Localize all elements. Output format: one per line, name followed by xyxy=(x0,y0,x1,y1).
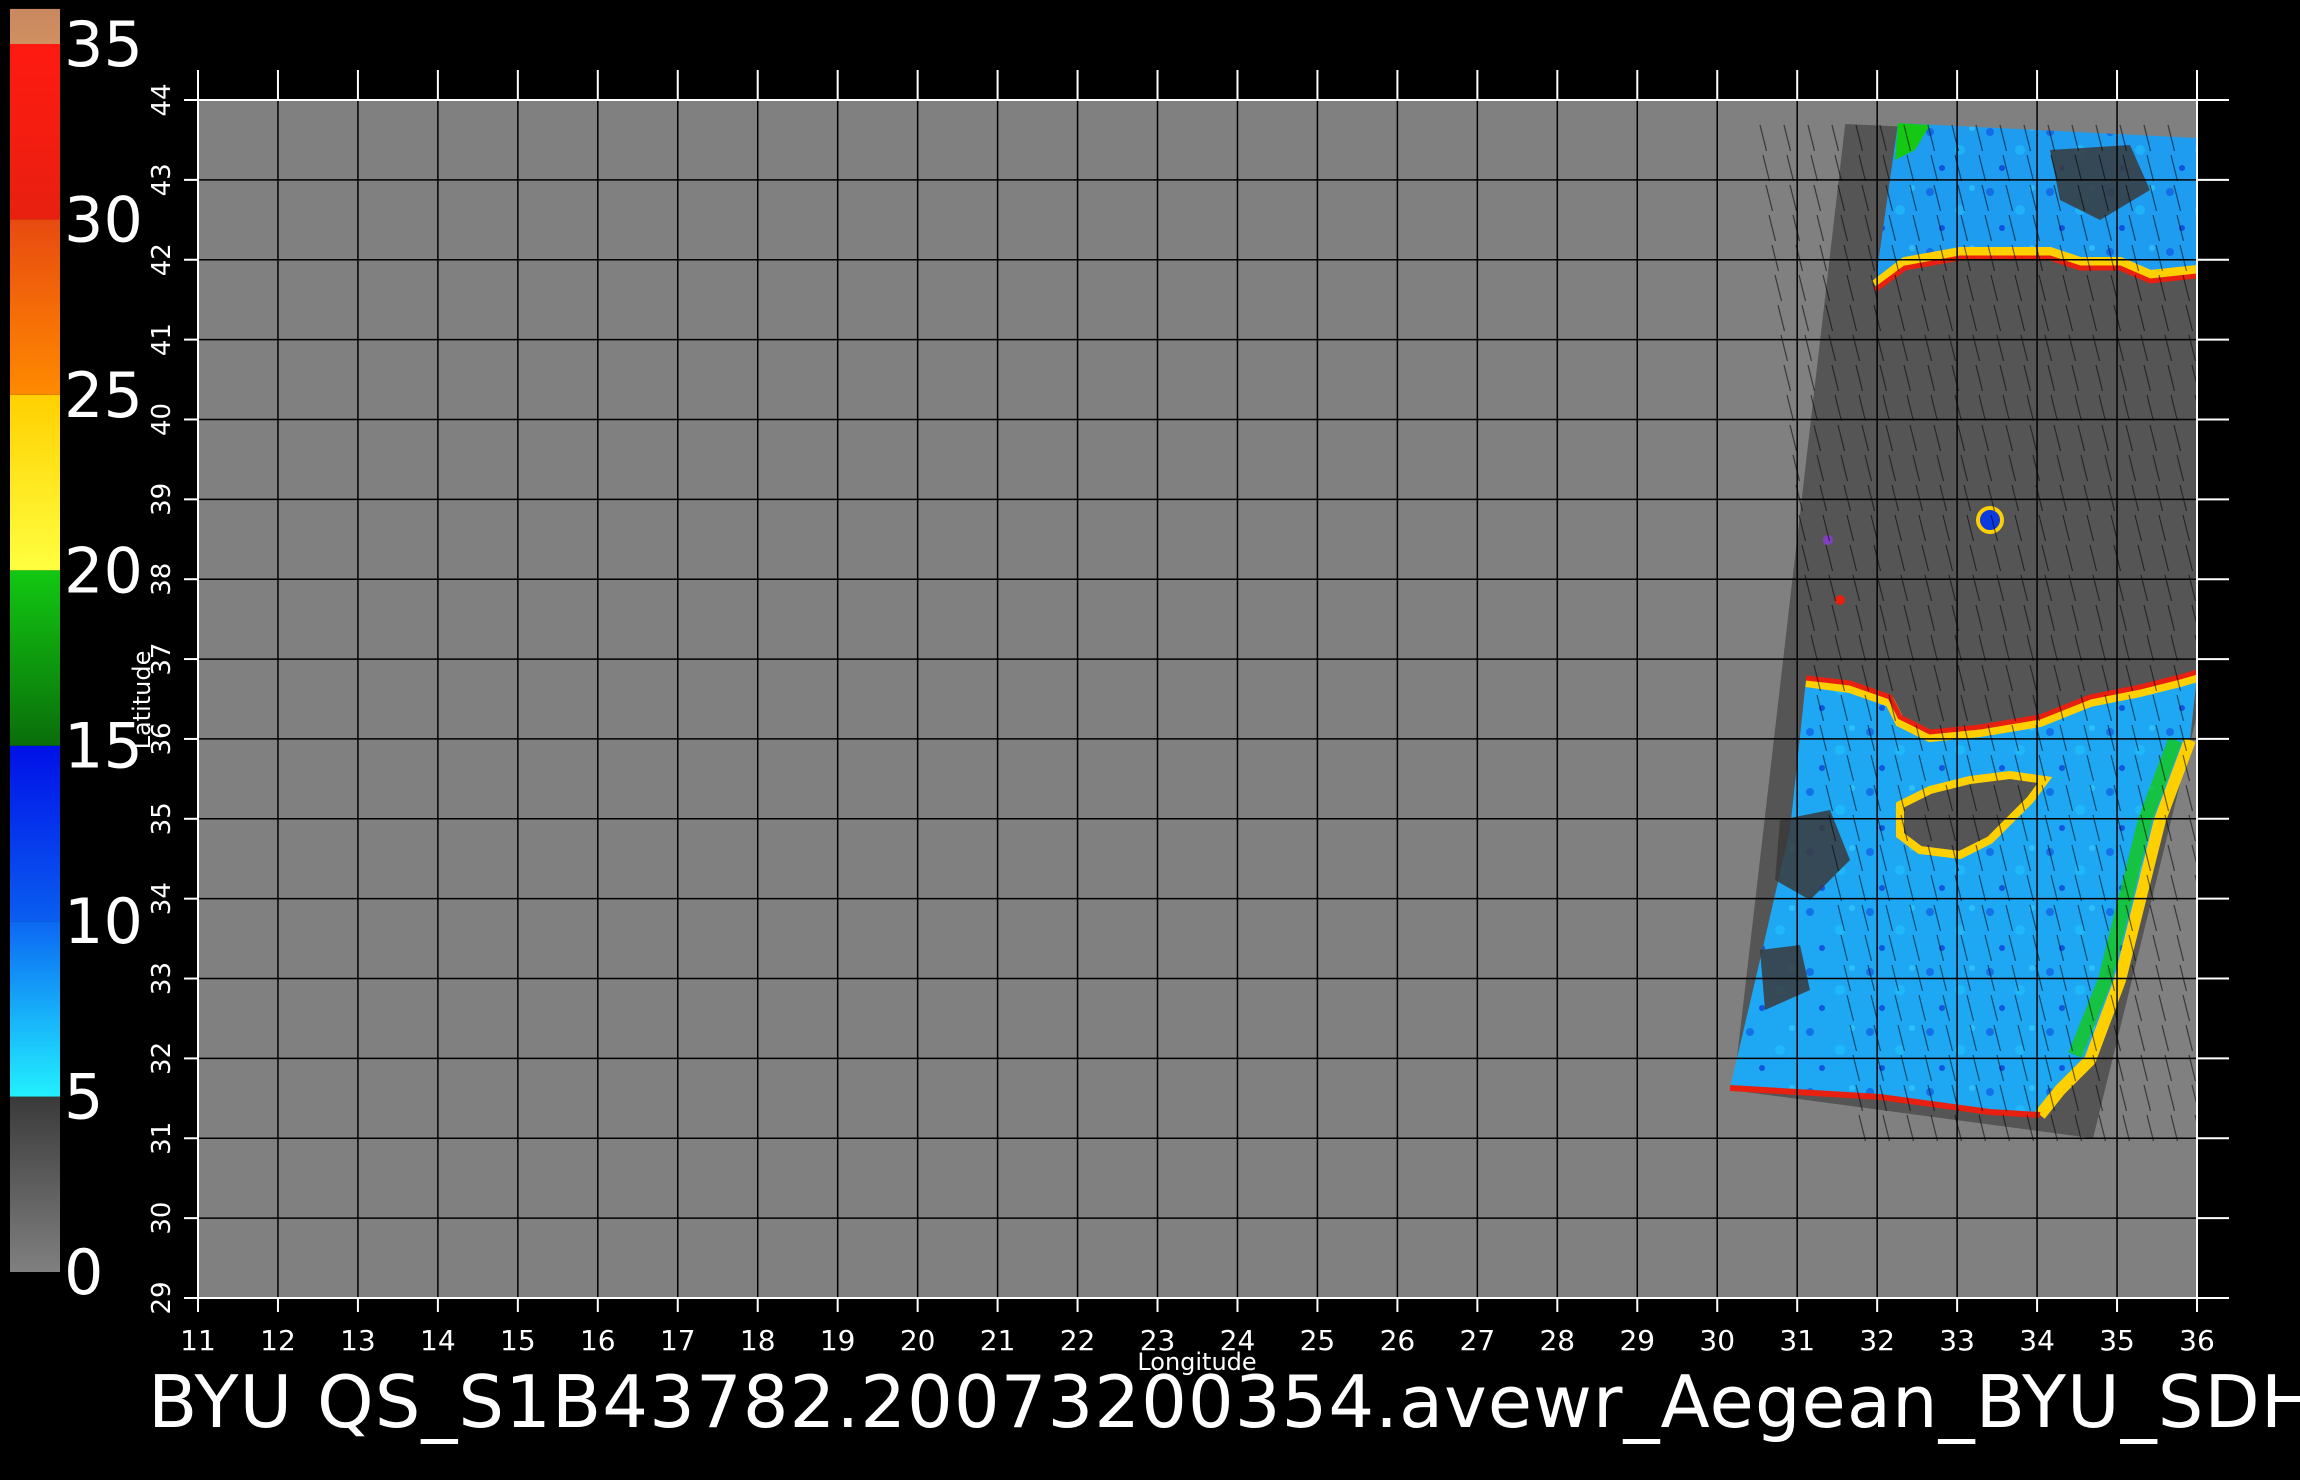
x-tick-label: 17 xyxy=(660,1324,696,1357)
colorbar-tick-label: 10 xyxy=(64,885,143,958)
x-tick-label: 21 xyxy=(980,1324,1016,1357)
y-tick-label: 38 xyxy=(147,563,177,596)
x-tick-label: 35 xyxy=(2099,1324,2135,1357)
x-tick-label: 14 xyxy=(420,1324,456,1357)
x-tick-label: 16 xyxy=(580,1324,616,1357)
y-tick-label: 29 xyxy=(147,1281,177,1314)
x-tick-label: 19 xyxy=(820,1324,856,1357)
x-tick-label: 15 xyxy=(500,1324,536,1357)
y-tick-label: 31 xyxy=(147,1122,177,1155)
colorbar-segment xyxy=(10,1096,60,1272)
colorbar-segment xyxy=(10,921,60,1097)
wind-map: 0 5 10 15 20 25 30 35 11 12 13 14 15 16 17 18 1… xyxy=(10,8,2229,1376)
x-tick-label: 29 xyxy=(1619,1324,1655,1357)
colorbar-tick-label: 25 xyxy=(64,359,143,432)
x-tick-label: 12 xyxy=(260,1324,296,1357)
colorbar-segment xyxy=(10,394,60,571)
y-tick-label: 33 xyxy=(147,962,177,995)
lake-blob xyxy=(1976,506,2004,534)
colorbar-tick-label: 30 xyxy=(64,183,143,256)
x-tick-label: 28 xyxy=(1539,1324,1575,1357)
x-tick-label: 25 xyxy=(1300,1324,1336,1357)
x-tick-label: 32 xyxy=(1859,1324,1895,1357)
colorbar-segment xyxy=(10,44,60,220)
y-tick-label: 41 xyxy=(147,323,177,356)
colorbar xyxy=(10,8,60,1272)
x-tick-label: 20 xyxy=(900,1324,936,1357)
y-tick-label: 35 xyxy=(147,802,177,835)
x-tick-label: 26 xyxy=(1380,1324,1416,1357)
lake-blob-2 xyxy=(1835,595,1845,605)
x-tick-label: 13 xyxy=(340,1324,376,1357)
colorbar-segment xyxy=(10,745,60,922)
x-tick-label: 36 xyxy=(2179,1324,2215,1357)
colorbar-tick-label: 20 xyxy=(64,534,143,607)
y-tick-label: 44 xyxy=(147,83,177,116)
colorbar-segment xyxy=(10,8,60,45)
x-tick-label: 31 xyxy=(1779,1324,1815,1357)
colorbar-tick-label: 35 xyxy=(64,8,143,81)
colorbar-segment xyxy=(10,570,60,746)
x-tick-label: 18 xyxy=(740,1324,776,1357)
y-axis-label: Latitude xyxy=(128,651,156,750)
y-tick-label: 39 xyxy=(147,483,177,516)
y-tick-label: 32 xyxy=(147,1042,177,1075)
y-tick-label: 34 xyxy=(147,882,177,915)
colorbar-tick-label: 5 xyxy=(64,1061,103,1134)
x-tick-label: 34 xyxy=(2019,1324,2055,1357)
y-tick-label: 40 xyxy=(147,403,177,436)
x-tick-label: 30 xyxy=(1699,1324,1735,1357)
x-tick-label: 11 xyxy=(180,1324,216,1357)
y-tick-label: 42 xyxy=(147,243,177,276)
y-tick-label: 43 xyxy=(147,163,177,196)
colorbar-tick-label: 0 xyxy=(64,1236,103,1309)
x-tick-label: 27 xyxy=(1460,1324,1496,1357)
plot-title: BYU QS_S1B43782.20073200354.avewr_Aegean… xyxy=(148,1360,2300,1444)
x-tick-label: 22 xyxy=(1060,1324,1096,1357)
y-tick-label: 30 xyxy=(147,1202,177,1235)
colorbar-segment xyxy=(10,219,60,395)
x-tick-label: 33 xyxy=(1939,1324,1975,1357)
